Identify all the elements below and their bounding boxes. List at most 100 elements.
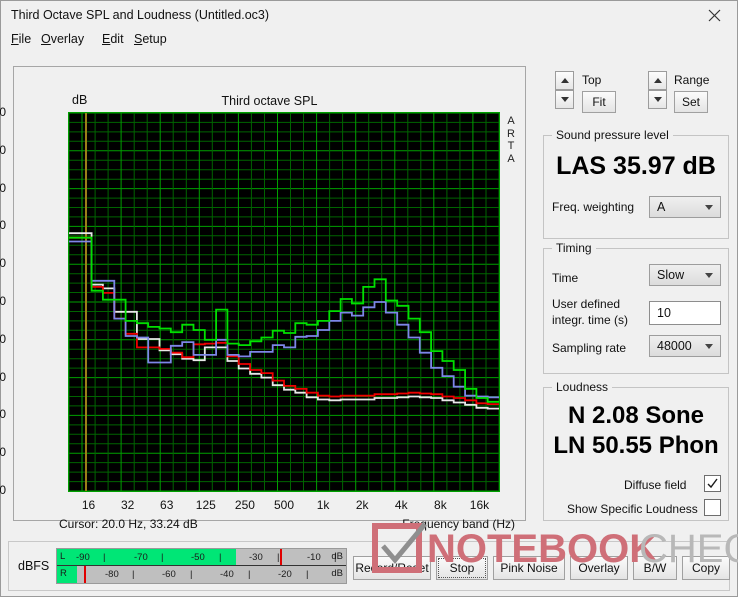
- meter-tick-mark: |: [190, 569, 193, 580]
- time-value: Slow: [657, 268, 685, 282]
- meter-tick-mark: |: [219, 552, 222, 563]
- set-button[interactable]: Set: [674, 91, 708, 113]
- arta-letter: A: [507, 115, 515, 127]
- integr-time-input[interactable]: 10: [649, 301, 721, 325]
- range-label: Range: [674, 73, 710, 87]
- spl-plot-svg: [69, 113, 499, 491]
- overlay-button[interactable]: Overlay: [570, 556, 628, 580]
- chart-title: Third octave SPL: [221, 94, 318, 108]
- x-tick: 8k: [434, 498, 447, 512]
- loudness-phon: LN 50.55 Phon: [553, 432, 719, 459]
- level-meter-right-unit: dB: [331, 568, 343, 579]
- x-tick: 1k: [316, 498, 330, 512]
- spl-group-title: Sound pressure level: [552, 128, 673, 142]
- level-meter-right-channel: R: [60, 568, 67, 579]
- sampling-rate-select[interactable]: 48000: [649, 335, 721, 357]
- level-meter-right-peak: [84, 566, 87, 583]
- menu-setup-rest: etup: [142, 32, 167, 46]
- stop-button[interactable]: Stop: [436, 556, 488, 580]
- y-tick: 20.0: [0, 331, 6, 346]
- level-meter-left-peak: [279, 549, 282, 566]
- dbfs-label: dBFS: [18, 559, 50, 573]
- menu-edit-rest: dit: [110, 32, 124, 46]
- chart-panel: Third octave SPL dB 0.0 5.0 10.0 15.0 20.0 25…: [0, 66, 526, 531]
- menu-overlay-rest: verlay: [50, 32, 85, 46]
- chevron-down-icon: [698, 343, 720, 349]
- top-label: Top: [582, 73, 602, 87]
- x-tick: 125: [195, 498, 216, 512]
- caret-up-icon: [653, 78, 662, 83]
- menu-file[interactable]: File: [11, 32, 31, 46]
- meter-tick: -50: [191, 552, 205, 563]
- meter-tick-mark: |: [306, 569, 309, 580]
- fit-button[interactable]: Fit: [582, 91, 616, 113]
- chevron-down-icon: [698, 204, 720, 210]
- time-select[interactable]: Slow: [649, 264, 721, 286]
- top-spinner-down[interactable]: [555, 90, 574, 109]
- title-bar: Third Octave SPL and Loudness (Untitled.…: [1, 1, 737, 30]
- meter-tick: -70: [134, 552, 148, 563]
- range-spinner-down[interactable]: [648, 90, 667, 109]
- close-button[interactable]: [692, 1, 737, 30]
- caret-down-icon: [560, 97, 569, 102]
- specific-loudness-label: Show Specific Loudness: [567, 502, 698, 516]
- meter-tick-mark: |: [132, 569, 135, 580]
- x-tick: 63: [160, 498, 174, 512]
- record-reset-button[interactable]: Record/Reset: [353, 556, 431, 580]
- close-icon: [708, 9, 721, 22]
- spl-group: Sound pressure level LAS 35.97 dB Freq. …: [543, 128, 729, 239]
- y-axis-label: dB: [72, 93, 88, 107]
- checkmark-icon: [707, 478, 718, 489]
- y-tick: 35.0: [0, 218, 6, 233]
- y-tick: 10.0: [0, 407, 6, 422]
- timing-group: Timing Time Slow User defined integr. ti…: [543, 241, 729, 374]
- loudness-sone: N 2.08 Sone: [567, 402, 705, 429]
- sampling-rate-label: Sampling rate: [552, 341, 627, 355]
- top-spinner-up[interactable]: [555, 71, 574, 90]
- range-spinner-up[interactable]: [648, 71, 667, 90]
- window-title: Third Octave SPL and Loudness (Untitled.…: [11, 8, 270, 22]
- range-spinner[interactable]: [648, 71, 667, 109]
- menu-overlay[interactable]: Overlay: [41, 32, 84, 46]
- b-w-button[interactable]: B/W: [633, 556, 677, 580]
- meter-tick-mark: |: [334, 552, 337, 563]
- meter-tick: -60: [162, 569, 176, 580]
- caret-down-icon: [653, 97, 662, 102]
- y-tick: 30.0: [0, 256, 6, 271]
- top-spinner[interactable]: [555, 71, 574, 109]
- level-meter[interactable]: L dB -90 | -70 | -50 | -30 | -10 | R dB -80 | -60 | -…: [56, 548, 347, 584]
- arta-logo: ARTA: [504, 115, 518, 165]
- x-tick: 16k: [469, 498, 490, 512]
- y-tick: 40.0: [0, 180, 6, 195]
- x-tick: 32: [120, 498, 135, 512]
- specific-loudness-checkbox[interactable]: [704, 499, 721, 516]
- integr-time-label-1: User defined: [552, 297, 621, 311]
- meter-tick: -20: [278, 569, 292, 580]
- meter-tick-mark: |: [161, 552, 164, 563]
- x-tick: 2k: [355, 498, 369, 512]
- spl-plot[interactable]: [68, 112, 500, 492]
- sampling-rate-value: 48000: [657, 339, 692, 353]
- x-tick: 250: [234, 498, 255, 512]
- x-tick: 500: [273, 498, 295, 512]
- time-label: Time: [552, 271, 579, 285]
- menu-edit[interactable]: Edit: [102, 32, 124, 46]
- freq-weighting-select[interactable]: A: [649, 196, 721, 218]
- menu-setup[interactable]: Setup: [134, 32, 167, 46]
- chevron-down-icon: [698, 272, 720, 278]
- freq-weighting-value: A: [657, 200, 666, 214]
- arta-letter: R: [507, 127, 515, 140]
- loudness-group-title: Loudness: [552, 380, 613, 394]
- diffuse-field-checkbox[interactable]: [704, 475, 721, 492]
- y-tick: 25.0: [0, 294, 6, 308]
- timing-group-title: Timing: [552, 241, 596, 255]
- level-meter-left: L dB -90 | -70 | -50 | -30 | -10 |: [57, 549, 346, 566]
- y-tick: 15.0: [0, 369, 6, 384]
- meter-tick: -80: [105, 569, 119, 580]
- cursor-readout: Cursor: 20.0 Hz, 33.24 dB: [59, 517, 198, 531]
- freq-weighting-label: Freq. weighting: [552, 200, 635, 214]
- copy-button[interactable]: Copy: [682, 556, 730, 580]
- arta-letter: A: [507, 152, 515, 165]
- level-meter-left-channel: L: [60, 551, 66, 562]
- pink-noise-button[interactable]: Pink Noise: [493, 556, 565, 580]
